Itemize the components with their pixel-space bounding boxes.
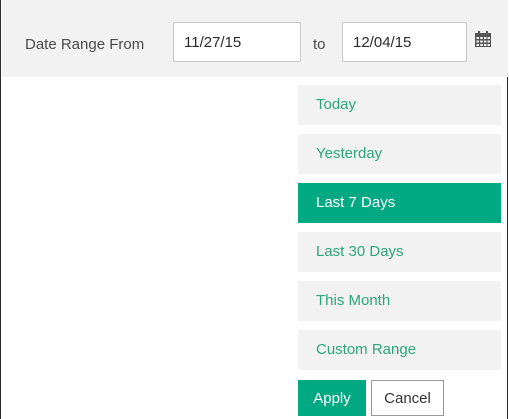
to-label: to <box>313 36 326 53</box>
range-option-custom-range[interactable]: Custom Range <box>298 330 501 370</box>
to-date-input[interactable] <box>342 22 467 62</box>
date-range-picker: Date Range From to Tod <box>0 0 508 419</box>
cancel-button[interactable]: Cancel <box>371 380 444 416</box>
range-option-yesterday[interactable]: Yesterday <box>298 134 501 174</box>
range-option-last-30-days[interactable]: Last 30 Days <box>298 232 501 272</box>
preset-range-list: Today Yesterday Last 7 Days Last 30 Days… <box>298 85 501 379</box>
range-option-today[interactable]: Today <box>298 85 501 125</box>
range-option-this-month[interactable]: This Month <box>298 281 501 321</box>
from-date-input[interactable] <box>173 22 301 62</box>
apply-button[interactable]: Apply <box>298 380 366 416</box>
date-range-from-label: Date Range From <box>25 36 145 53</box>
calendar-icon[interactable] <box>474 30 492 48</box>
range-option-last-7-days[interactable]: Last 7 Days <box>298 183 501 223</box>
date-range-toolbar: Date Range From to <box>2 0 508 77</box>
